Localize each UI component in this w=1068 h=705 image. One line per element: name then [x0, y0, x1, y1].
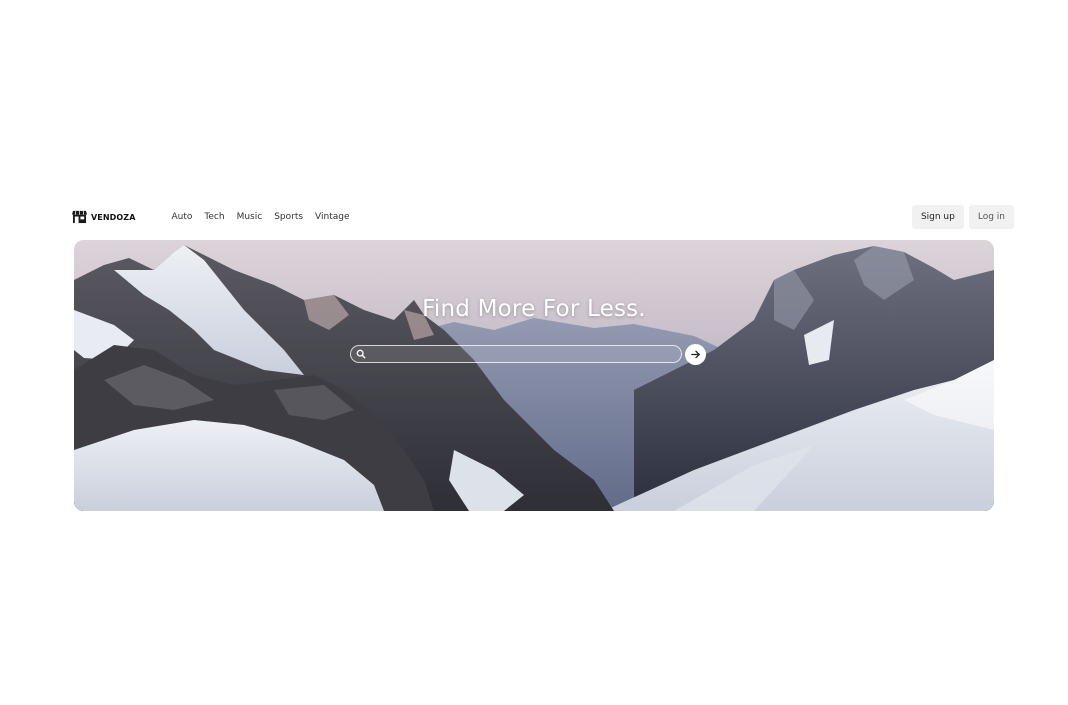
- brand-name: VENDOZA: [91, 212, 136, 222]
- hero-title: Find More For Less.: [422, 296, 646, 322]
- nav-link-vintage[interactable]: Vintage: [315, 212, 349, 222]
- nav-link-auto[interactable]: Auto: [172, 212, 193, 222]
- search-icon: [356, 349, 366, 359]
- brand-logo-link[interactable]: VENDOZA: [72, 204, 136, 230]
- search-submit-button[interactable]: [685, 343, 706, 365]
- auth-buttons: Sign up Log in: [911, 205, 1014, 229]
- search-input[interactable]: [369, 346, 677, 362]
- storefront-icon: [72, 210, 87, 224]
- search-bar: [350, 343, 706, 365]
- mountain-landscape-image: [74, 240, 994, 511]
- sign-up-button[interactable]: Sign up: [911, 205, 964, 229]
- hero-banner: Find More For Less.: [74, 240, 994, 511]
- page: VENDOZA Auto Tech Music Sports Vintage S…: [0, 0, 1068, 705]
- log-in-button[interactable]: Log in: [968, 205, 1014, 229]
- nav-link-music[interactable]: Music: [237, 212, 263, 222]
- arrow-right-icon: [691, 350, 700, 358]
- category-nav: Auto Tech Music Sports Vintage: [172, 212, 350, 222]
- top-navigation-bar: VENDOZA Auto Tech Music Sports Vintage S…: [72, 204, 1014, 230]
- nav-link-sports[interactable]: Sports: [274, 212, 303, 222]
- search-field: [350, 345, 682, 363]
- nav-link-tech[interactable]: Tech: [204, 212, 224, 222]
